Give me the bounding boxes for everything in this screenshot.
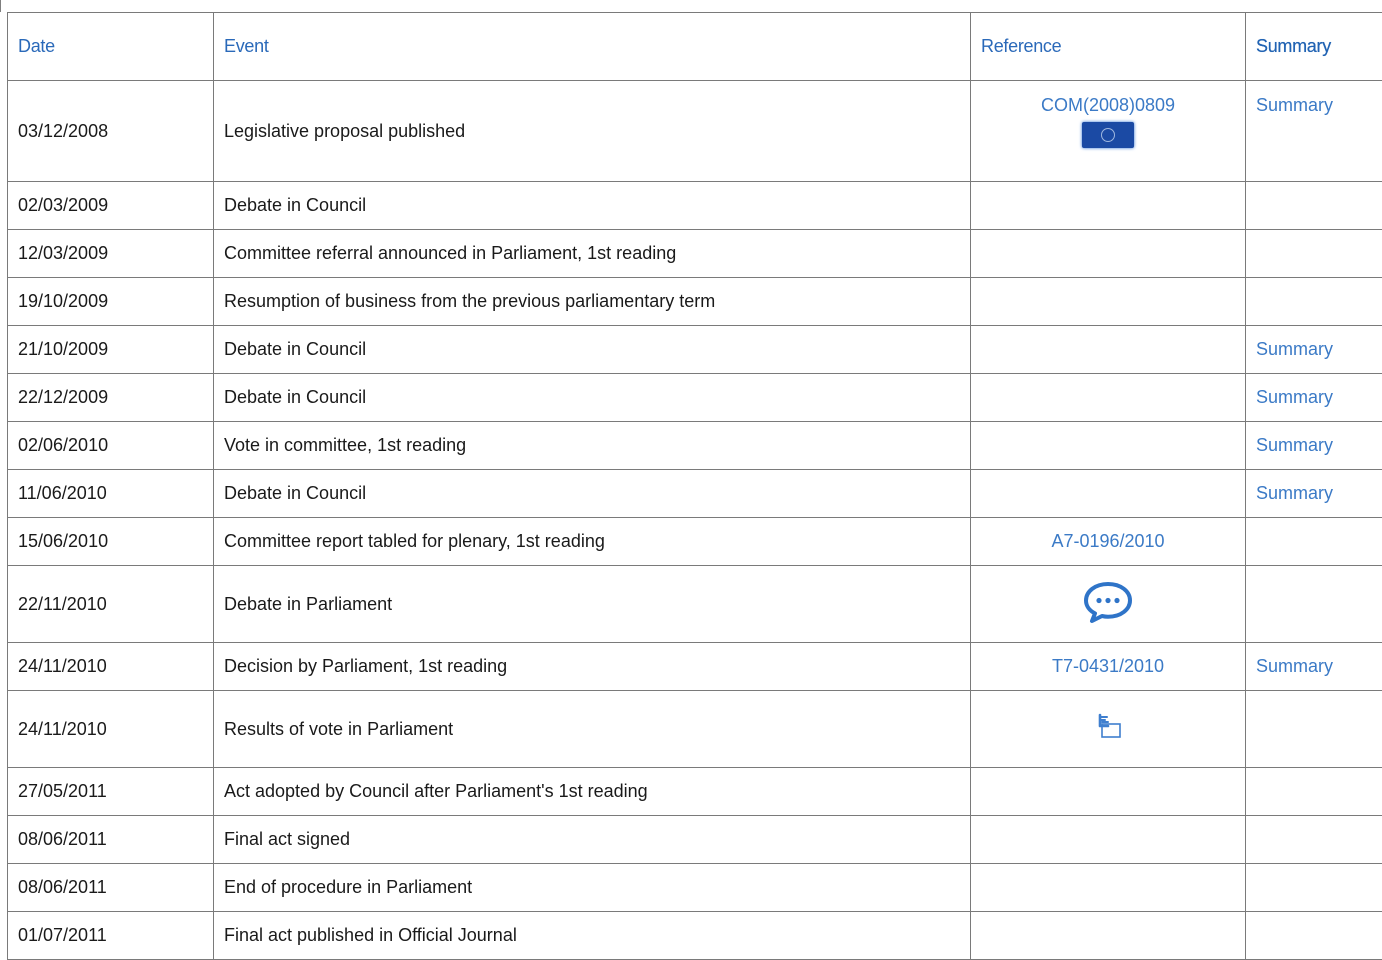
- date-cell: 12/03/2009: [8, 230, 214, 278]
- table-row: 15/06/2010 Committee report tabled for p…: [8, 518, 1382, 566]
- table-row: 22/11/2010 Debate in Parliament: [8, 566, 1382, 643]
- date-cell: 19/10/2009: [8, 278, 214, 326]
- reference-link[interactable]: T7-0431/2010: [1052, 656, 1164, 676]
- reference-cell: [971, 230, 1246, 278]
- summary-cell: [1246, 816, 1382, 864]
- event-cell: Vote in committee, 1st reading: [214, 422, 971, 470]
- date-cell: 27/05/2011: [8, 768, 214, 816]
- reference-cell: [971, 374, 1246, 422]
- event-cell: Decision by Parliament, 1st reading: [214, 643, 971, 691]
- event-cell: Act adopted by Council after Parliament'…: [214, 768, 971, 816]
- table-row: 03/12/2008 Legislative proposal publishe…: [8, 81, 1382, 182]
- event-cell: End of procedure in Parliament: [214, 864, 971, 912]
- table-row: 08/06/2011 End of procedure in Parliamen…: [8, 864, 1382, 912]
- date-cell: 24/11/2010: [8, 691, 214, 768]
- event-cell: Debate in Council: [214, 470, 971, 518]
- table-row: 22/12/2009 Debate in Council Summary: [8, 374, 1382, 422]
- table-row: 19/10/2009 Resumption of business from t…: [8, 278, 1382, 326]
- table-row: 24/11/2010 Results of vote in Parliament: [8, 691, 1382, 768]
- summary-cell: [1246, 768, 1382, 816]
- summary-cell: [1246, 278, 1382, 326]
- summary-cell: [1246, 864, 1382, 912]
- date-cell: 01/07/2011: [8, 912, 214, 960]
- date-cell: 02/06/2010: [8, 422, 214, 470]
- event-cell: Debate in Parliament: [214, 566, 971, 643]
- reference-link[interactable]: COM(2008)0809: [1041, 95, 1175, 115]
- reference-cell: A7-0196/2010: [971, 518, 1246, 566]
- event-cell: Legislative proposal published: [214, 81, 971, 182]
- event-cell: Final act published in Official Journal: [214, 912, 971, 960]
- summary-link[interactable]: Summary: [1256, 656, 1333, 676]
- summary-cell: [1246, 182, 1382, 230]
- summary-cell: [1246, 566, 1382, 643]
- table-row: 01/07/2011 Final act published in Offici…: [8, 912, 1382, 960]
- table-row: 11/06/2010 Debate in Council Summary: [8, 470, 1382, 518]
- summary-link[interactable]: Summary: [1256, 95, 1333, 115]
- table-row: 27/05/2011 Act adopted by Council after …: [8, 768, 1382, 816]
- reference-cell: [971, 768, 1246, 816]
- event-cell: Results of vote in Parliament: [214, 691, 971, 768]
- reference-link[interactable]: A7-0196/2010: [1051, 531, 1164, 551]
- summary-cell: Summary: [1246, 422, 1382, 470]
- event-cell: Debate in Council: [214, 182, 971, 230]
- key-events-table: Date Event Reference Summary 03/12/2008 …: [7, 12, 1382, 960]
- reference-cell: [971, 470, 1246, 518]
- date-cell: 08/06/2011: [8, 816, 214, 864]
- summary-link[interactable]: Summary: [1256, 435, 1333, 455]
- date-cell: 21/10/2009: [8, 326, 214, 374]
- event-cell: Resumption of business from the previous…: [214, 278, 971, 326]
- date-cell: 15/06/2010: [8, 518, 214, 566]
- reference-cell: [971, 182, 1246, 230]
- summary-cell: [1246, 230, 1382, 278]
- date-cell: 08/06/2011: [8, 864, 214, 912]
- reference-cell: T7-0431/2010: [971, 643, 1246, 691]
- table-row: 24/11/2010 Decision by Parliament, 1st r…: [8, 643, 1382, 691]
- reference-cell: [971, 326, 1246, 374]
- date-cell: 02/03/2009: [8, 182, 214, 230]
- reference-cell: [971, 691, 1246, 768]
- date-cell: 22/12/2009: [8, 374, 214, 422]
- summary-cell: [1246, 518, 1382, 566]
- event-cell: Committee referral announced in Parliame…: [214, 230, 971, 278]
- table-row: 21/10/2009 Debate in Council Summary: [8, 326, 1382, 374]
- summary-cell: [1246, 912, 1382, 960]
- summary-cell: Summary: [1246, 643, 1382, 691]
- table-row: 12/03/2009 Committee referral announced …: [8, 230, 1382, 278]
- reference-cell: [971, 278, 1246, 326]
- column-header-summary[interactable]: Summary: [1246, 13, 1382, 81]
- summary-cell: Summary: [1246, 374, 1382, 422]
- top-strip: [0, 0, 1382, 12]
- column-header-event[interactable]: Event: [214, 13, 971, 81]
- eu-flag-icon[interactable]: [1082, 122, 1134, 148]
- summary-link[interactable]: Summary: [1256, 387, 1333, 407]
- reference-cell: [971, 816, 1246, 864]
- summary-cell: Summary: [1246, 81, 1382, 182]
- reference-cell: [971, 912, 1246, 960]
- event-cell: Committee report tabled for plenary, 1st…: [214, 518, 971, 566]
- event-cell: Debate in Council: [214, 374, 971, 422]
- table-row: 02/03/2009 Debate in Council: [8, 182, 1382, 230]
- reference-cell: [971, 864, 1246, 912]
- date-cell: 24/11/2010: [8, 643, 214, 691]
- summary-link[interactable]: Summary: [1256, 483, 1333, 503]
- reference-cell: [971, 566, 1246, 643]
- column-header-reference[interactable]: Reference: [971, 13, 1246, 81]
- table-row: 02/06/2010 Vote in committee, 1st readin…: [8, 422, 1382, 470]
- event-cell: Final act signed: [214, 816, 971, 864]
- reference-cell: [971, 422, 1246, 470]
- speech-bubble-icon[interactable]: [1082, 580, 1134, 629]
- date-cell: 22/11/2010: [8, 566, 214, 643]
- reference-cell: COM(2008)0809: [971, 81, 1246, 182]
- summary-link[interactable]: Summary: [1256, 339, 1333, 359]
- event-cell: Debate in Council: [214, 326, 971, 374]
- table-row: 08/06/2011 Final act signed: [8, 816, 1382, 864]
- column-header-date[interactable]: Date: [8, 13, 214, 81]
- summary-cell: [1246, 691, 1382, 768]
- vote-results-icon[interactable]: [1091, 712, 1125, 747]
- summary-cell: Summary: [1246, 470, 1382, 518]
- table-header-row: Date Event Reference Summary: [8, 13, 1382, 81]
- summary-cell: Summary: [1246, 326, 1382, 374]
- date-cell: 11/06/2010: [8, 470, 214, 518]
- date-cell: 03/12/2008: [8, 81, 214, 182]
